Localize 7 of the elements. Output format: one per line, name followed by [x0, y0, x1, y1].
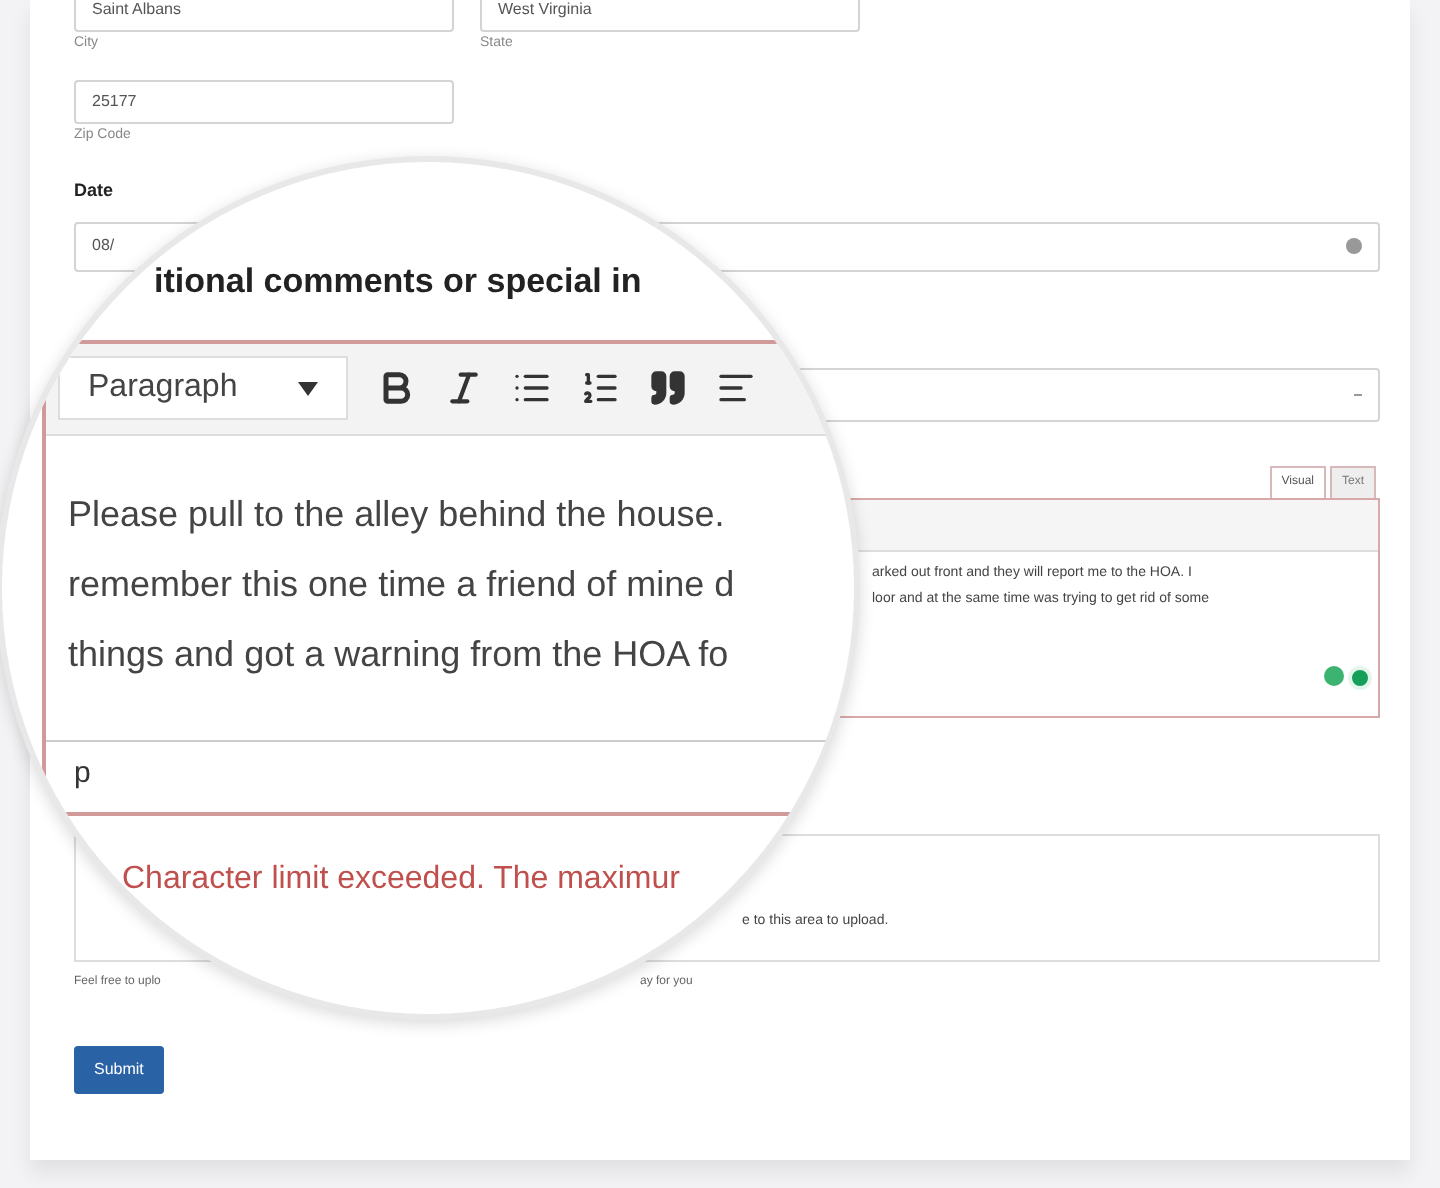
element-path: p	[74, 755, 91, 789]
editor-text-line: Please pull to the alley behind the house.	[68, 491, 727, 538]
date-label: Date	[74, 178, 116, 204]
editor-text-line: remember this one time a friend of mine d	[68, 561, 737, 607]
error-message: Character limit exceeded. The maximur	[122, 859, 682, 899]
editor-text-line: things and got a warning from the HOA fo	[68, 631, 731, 678]
date-value: 08/	[92, 234, 115, 258]
